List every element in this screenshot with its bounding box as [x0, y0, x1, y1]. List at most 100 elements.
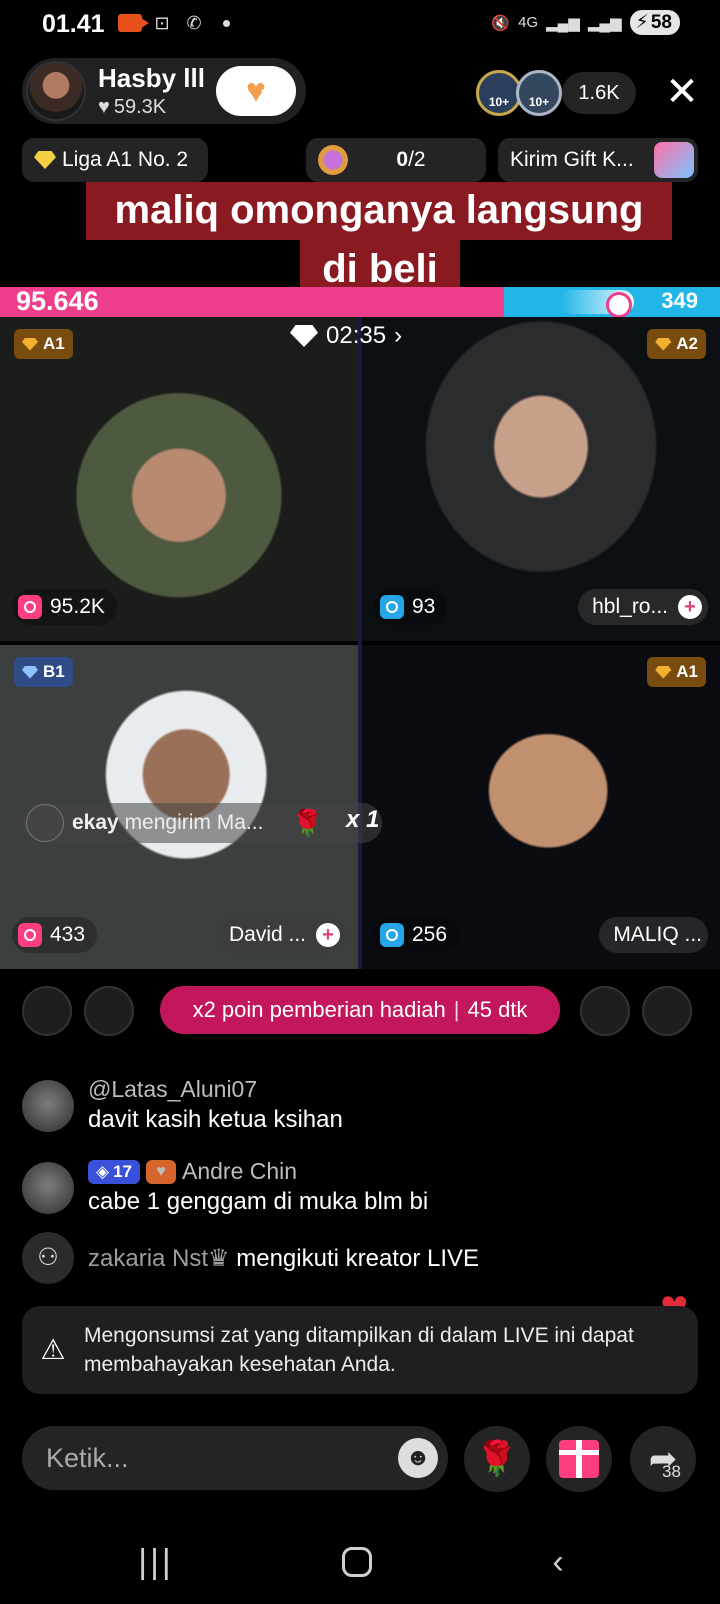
rose-icon: 🌹 [291, 807, 325, 838]
tile-score: 93 [374, 589, 448, 625]
top-viewer-avatar[interactable]: 10+ [516, 70, 562, 116]
score-icon [18, 923, 42, 947]
rank-badge: A1 [647, 657, 706, 687]
signal-icon-2: ▂▄▆ [587, 14, 622, 32]
rank-badge: A2 [647, 329, 706, 359]
host-avatar[interactable] [26, 61, 86, 121]
avatar[interactable] [22, 1080, 74, 1132]
gem-icon [655, 665, 672, 679]
gem-icon [290, 325, 318, 347]
rose-gift-button[interactable]: 🌹 [464, 1426, 530, 1492]
follow-user: zakaria Nst♛ [88, 1245, 230, 1272]
battle-tile[interactable]: A2 93 hbl_ro... + [362, 317, 720, 641]
gift-toast: ekay mengirim Ma... 🌹 [22, 803, 382, 843]
score-spark-icon [560, 290, 634, 318]
goal-current: 0 [396, 148, 409, 171]
league-label: Liga A1 No. 2 [62, 148, 189, 171]
notification-dot-icon [214, 12, 238, 34]
heart-icon: ♥ [98, 96, 110, 118]
gifter-avatar[interactable] [22, 986, 72, 1036]
rank-badge: A1 [14, 329, 73, 359]
genie-icon [318, 145, 348, 175]
gift-text: mengirim Ma... [124, 811, 264, 834]
back-icon[interactable]: ‹ [528, 1542, 588, 1582]
host-profile-pill[interactable]: Hasby lll ♥ 59.3K ♥ 12 [22, 58, 306, 124]
gifter-avatar[interactable] [84, 986, 134, 1036]
whatsapp-icon: ✆ [186, 12, 202, 33]
warning-text: Mengonsumsi zat yang ditampilkan di dala… [84, 1324, 634, 1376]
goal-progress-chip[interactable]: 0/2 [306, 138, 486, 182]
follow-text: mengikuti kreator LIVE [236, 1245, 480, 1272]
screenshot-icon: ⊡ [154, 12, 170, 33]
chat-username[interactable]: @Latas_Aluni07 [88, 1076, 257, 1103]
network-label: 4G [518, 14, 539, 31]
warning-icon: ⚠ [40, 1334, 66, 1365]
gift-sender: ekay [72, 811, 119, 834]
battle-tile[interactable]: A1 256 MALIQ ... [362, 645, 720, 969]
viewer-count[interactable]: 1.6K [562, 72, 636, 114]
avatar[interactable] [22, 1162, 74, 1214]
comment-input[interactable]: Ketik... ☻ [22, 1426, 448, 1490]
host-name: Hasby lll [98, 63, 205, 93]
battle-timer[interactable]: 02:35 › [290, 322, 402, 350]
chat-username[interactable]: ◈ 17 ♥ Andre Chin [88, 1158, 297, 1185]
recent-apps-icon[interactable]: ||| [126, 1542, 186, 1582]
gift-button[interactable] [546, 1426, 612, 1492]
score-icon [380, 595, 404, 619]
gifter-avatar[interactable] [642, 986, 692, 1036]
safety-warning: ⚠ Mengonsumsi zat yang ditampilkan di da… [22, 1306, 698, 1394]
share-button[interactable]: ➦ [630, 1426, 696, 1492]
score-left: 95.646 [16, 286, 99, 316]
status-time: 01.41 [42, 10, 105, 38]
tile-name-pill[interactable]: MALIQ ... [599, 917, 708, 953]
level-icon: ◈ [96, 1161, 110, 1181]
fan-heart-count: 12 [260, 86, 277, 103]
host-likes-count: 59.3K [113, 96, 167, 118]
chat-text: davit kasih ketua ksihan [88, 1106, 343, 1133]
chevron-right-icon: › [394, 322, 403, 349]
score-icon [380, 923, 404, 947]
tile-name-pill[interactable]: hbl_ro... + [578, 589, 708, 625]
rank-badge: B1 [14, 657, 73, 687]
tile-score: 95.2K [12, 589, 117, 625]
goal-total: /2 [408, 148, 426, 171]
fan-heart-icon: ♥ [146, 1159, 176, 1184]
system-nav-bar: ||| ‹ [0, 1530, 720, 1604]
promo-time: 45 dtk [467, 997, 528, 1022]
follow-user-icon: ⚇ [22, 1232, 74, 1284]
diamond-icon [34, 151, 56, 169]
send-gift-chip[interactable]: Kirim Gift K... [498, 138, 698, 182]
send-gift-label: Kirim Gift K... [510, 148, 634, 171]
gem-icon [22, 337, 38, 351]
add-icon[interactable]: + [678, 595, 702, 619]
caption-line-1: maliq omonganya langsung [86, 182, 672, 240]
tile-name-pill[interactable]: David ... + [214, 917, 346, 953]
avatar [26, 804, 64, 842]
top-viewers[interactable]: 10+ 10+ [476, 70, 562, 116]
comment-placeholder: Ketik... [46, 1442, 129, 1473]
battery-indicator: ⚡ 58 [629, 10, 680, 35]
home-icon[interactable] [327, 1542, 387, 1582]
status-bar: 01.41 ⊡ ✆ 🔇 4G ▂▄▆ ▂▄▆ ⚡ 58 [0, 0, 720, 48]
add-icon[interactable]: + [316, 923, 340, 947]
tile-score: 256 [374, 917, 460, 953]
battle-tile[interactable]: A1 95.2K [0, 317, 358, 641]
gem-icon [22, 665, 38, 679]
emoji-icon[interactable]: ☻ [398, 1438, 438, 1478]
tile-score: 433 [12, 917, 98, 953]
close-icon[interactable]: ✕ [664, 72, 700, 112]
fan-club-button[interactable]: ♥ 12 [216, 66, 296, 116]
score-right: 349 [661, 288, 698, 313]
promo-text: x2 poin pemberian hadiah [192, 997, 446, 1022]
mute-icon: 🔇 [491, 14, 511, 32]
gift-icon [559, 1440, 599, 1478]
rose-icon: 🌹 [475, 1440, 519, 1478]
screen-record-icon [118, 12, 149, 34]
signal-icon: ▂▄▆ [546, 14, 580, 32]
charging-icon: ⚡ [635, 12, 649, 33]
league-chip[interactable]: Liga A1 No. 2 [22, 138, 208, 182]
promo-banner[interactable]: x2 poin pemberian hadiah | 45 dtk [160, 986, 560, 1034]
chat-text: cabe 1 genggam di muka blm bi [88, 1188, 429, 1215]
gifter-avatar[interactable] [580, 986, 630, 1036]
gem-icon [655, 337, 672, 351]
